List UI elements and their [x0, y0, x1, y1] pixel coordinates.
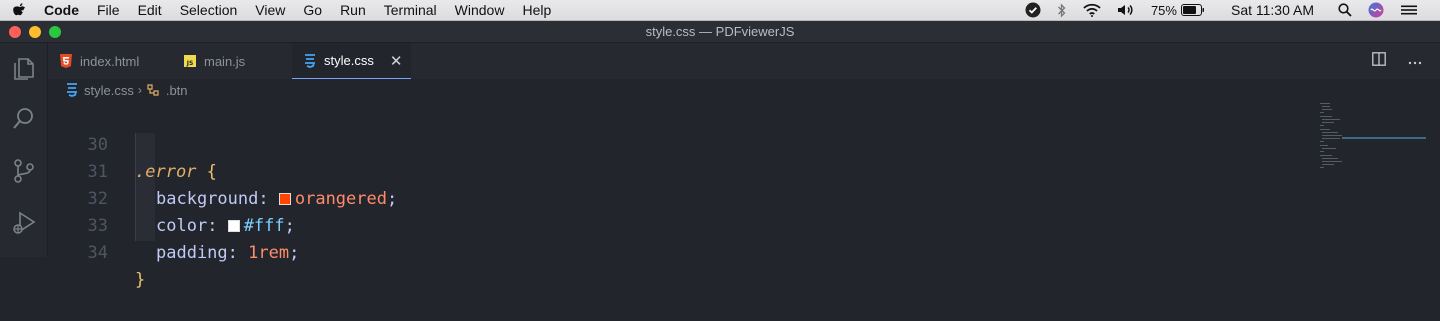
close-tab-icon[interactable]: ✕ — [390, 52, 403, 70]
code-editor[interactable]: 30 .error { 31 background: orangered; 32… — [48, 101, 1440, 290]
code-line[interactable]: 33 padding: 1rem; — [48, 186, 1308, 263]
symbol-class-icon — [146, 83, 160, 97]
more-actions-icon[interactable] — [1408, 52, 1422, 70]
search-icon[interactable] — [10, 105, 38, 133]
tab-main-js[interactable]: JS main.js — [172, 43, 292, 79]
menu-window[interactable]: Window — [446, 0, 514, 21]
battery-percent: 75% — [1150, 2, 1177, 18]
code-line[interactable]: 34 } — [48, 213, 1308, 290]
menu-terminal[interactable]: Terminal — [375, 0, 446, 21]
menu-file[interactable]: File — [88, 0, 129, 21]
editor-tab-bar: index.html JS main.js style.css ✕ — [48, 43, 1440, 79]
html5-icon — [60, 54, 72, 68]
menu-selection[interactable]: Selection — [171, 0, 247, 21]
battery-icon[interactable] — [1180, 4, 1213, 16]
macos-menu-bar: Code File Edit Selection View Go Run Ter… — [0, 0, 1440, 21]
tab-label: main.js — [204, 53, 246, 69]
menu-edit[interactable]: Edit — [129, 0, 171, 21]
run-debug-icon[interactable] — [10, 209, 38, 237]
css3-icon — [304, 53, 316, 68]
menubar-clock[interactable]: Sat 11:30 AM — [1213, 2, 1330, 18]
svg-text:JS: JS — [186, 60, 194, 67]
menu-go[interactable]: Go — [294, 0, 331, 21]
menu-run[interactable]: Run — [331, 0, 375, 21]
code-line[interactable]: 31 background: orangered; — [48, 132, 1308, 209]
menu-view[interactable]: View — [246, 0, 294, 21]
editor-actions — [1372, 43, 1422, 79]
chevron-right-icon: › — [137, 83, 142, 97]
code-line[interactable]: 30 .error { — [48, 105, 1308, 182]
code-line[interactable]: 32 color: #fff; — [48, 159, 1308, 236]
menu-app-name[interactable]: Code — [38, 0, 88, 21]
close-brace: } — [135, 270, 146, 290]
css-property: padding — [156, 243, 228, 263]
volume-icon[interactable] — [1109, 3, 1143, 17]
minimap[interactable] — [1318, 101, 1428, 191]
window-title-bar: style.css — PDFviewerJS — [0, 21, 1440, 43]
breadcrumb: style.css › .btn — [48, 79, 1440, 101]
tab-style-css[interactable]: style.css ✕ — [292, 43, 411, 79]
activity-bar — [0, 43, 48, 257]
css-value: 1rem — [248, 243, 290, 263]
wifi-icon[interactable] — [1075, 3, 1109, 17]
menu-help[interactable]: Help — [513, 0, 560, 21]
line-number: 34 — [87, 243, 108, 263]
breadcrumb-file[interactable]: style.css — [84, 83, 134, 98]
tab-label: index.html — [80, 53, 140, 69]
breadcrumb-symbol[interactable]: .btn — [166, 83, 188, 98]
tab-index-html[interactable]: index.html — [48, 43, 172, 79]
js-icon: JS — [184, 55, 196, 67]
siri-icon[interactable] — [1360, 2, 1392, 18]
control-center-icon[interactable] — [1392, 4, 1426, 16]
shield-check-icon[interactable] — [1017, 2, 1049, 18]
status-area: 75% Sat 11:30 AM — [1017, 0, 1440, 21]
bluetooth-icon[interactable] — [1049, 2, 1075, 18]
apple-menu-icon[interactable] — [0, 2, 38, 18]
split-editor-icon[interactable] — [1372, 51, 1386, 71]
spotlight-search-icon[interactable] — [1330, 3, 1360, 17]
source-control-icon[interactable] — [10, 157, 38, 185]
window-title: style.css — PDFviewerJS — [645, 24, 795, 39]
css3-icon — [66, 83, 78, 97]
tab-label: style.css — [324, 53, 374, 68]
explorer-icon[interactable] — [10, 55, 38, 83]
